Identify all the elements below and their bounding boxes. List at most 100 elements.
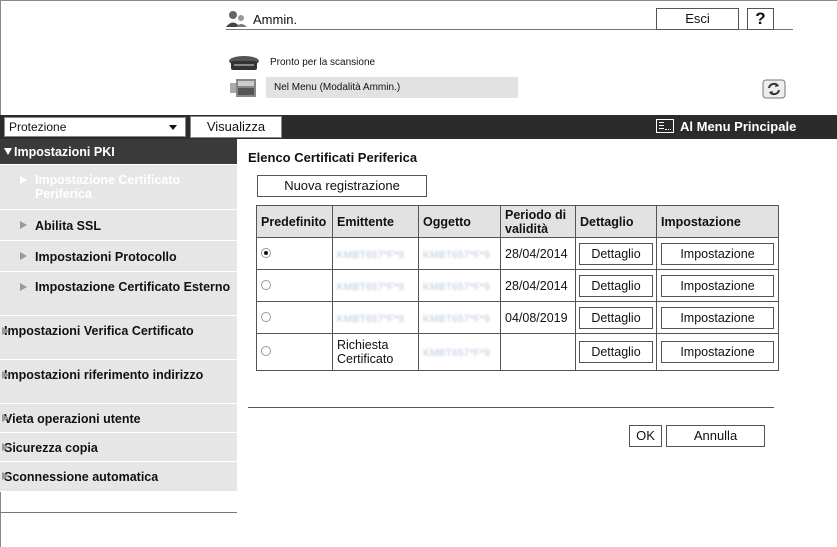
sidebar-item-label: Impostazioni Verifica Certificato: [4, 324, 194, 338]
validity-cell: 28/04/2014: [500, 269, 576, 302]
sidebar-item-enable-ssl[interactable]: Abilita SSL: [0, 210, 237, 241]
detail-cell: Dettaglio: [575, 333, 657, 371]
issuer-value: KMBT657*F*9: [337, 313, 405, 325]
table-header-row: Predefinito Emittente Oggetto Periodo di…: [256, 205, 779, 238]
main-menu-label: Al Menu Principale: [680, 119, 797, 134]
sidebar-item-label: Impostazioni riferimento indirizzo: [4, 368, 204, 382]
help-button[interactable]: ?: [747, 8, 774, 30]
column-header-issuer: Emittente: [332, 205, 419, 238]
triangle-right-icon: [2, 327, 9, 335]
user-admin-icon: [226, 10, 248, 28]
column-header-validity: Periodo di validità: [500, 205, 576, 238]
cancel-button[interactable]: Annulla: [666, 425, 765, 447]
issuer-cell: Richiesta Certificato: [332, 333, 419, 371]
setting-cell: Impostazione: [656, 301, 779, 334]
sidebar-item-pki-settings[interactable]: Impostazioni PKI: [0, 139, 237, 165]
setting-cell: Impostazione: [656, 333, 779, 371]
sidebar-item-external-certificate[interactable]: Impostazione Certificato Esterno: [0, 272, 237, 316]
subject-cell: KMBT657*F*9: [418, 269, 501, 302]
category-select[interactable]: Protezione: [4, 117, 186, 137]
detail-cell: Dettaglio: [575, 237, 657, 270]
subject-value: KMBT657*F*9: [423, 313, 491, 325]
triangle-right-icon: [2, 414, 9, 422]
table-row: KMBT657*F*9 KMBT657*F*9 04/08/2019 Detta…: [256, 301, 779, 334]
column-header-subject: Oggetto: [418, 205, 501, 238]
setting-button[interactable]: Impostazione: [661, 306, 774, 329]
user-bar: Ammin. Esci ?: [226, 8, 793, 30]
sidebar-item-certificate-verification[interactable]: Impostazioni Verifica Certificato: [0, 316, 237, 360]
issuer-cell: KMBT657*F*9: [332, 301, 419, 334]
sidebar-item-label: Sconnessione automatica: [4, 470, 159, 484]
sidebar-item-block-user-operations[interactable]: Vieta operazioni utente: [0, 404, 237, 433]
issuer-cell: KMBT657*F*9: [332, 237, 419, 270]
sidebar-item-label: Impostazioni PKI: [14, 145, 115, 159]
detail-cell: Dettaglio: [575, 269, 657, 302]
navigation-bar: Protezione Visualizza Al Menu Principale: [0, 115, 837, 139]
subject-value: KMBT657*F*9: [423, 281, 491, 293]
mode-status-text: Nel Menu (Modalità Ammin.): [274, 82, 401, 93]
logout-button[interactable]: Esci: [656, 8, 739, 30]
sidebar-item-copy-security[interactable]: Sicurezza copia: [0, 433, 237, 462]
triangle-right-icon: [20, 283, 27, 291]
category-select-value: Protezione: [9, 120, 67, 134]
subject-cell: KMBT657*F*9: [418, 333, 501, 371]
subject-cell: KMBT657*F*9: [418, 237, 501, 270]
setting-cell: Impostazione: [656, 269, 779, 302]
detail-button[interactable]: Dettaglio: [579, 274, 653, 297]
page-title: Elenco Certificati Periferica: [248, 150, 418, 165]
sidebar-item-device-certificate[interactable]: Impostazione Certificato Periferica: [0, 165, 237, 210]
default-cell: [256, 269, 333, 302]
content-divider: [248, 407, 774, 408]
validity-cell: 28/04/2014: [500, 237, 576, 270]
default-cell: [256, 237, 333, 270]
table-row: KMBT657*F*9 KMBT657*F*9 28/04/2014 Detta…: [256, 237, 779, 270]
show-button[interactable]: Visualizza: [190, 116, 282, 138]
default-radio[interactable]: [261, 311, 271, 322]
detail-button[interactable]: Dettaglio: [579, 341, 653, 363]
user-name: Ammin.: [253, 12, 298, 27]
sidebar: Impostazioni PKI Impostazione Certificat…: [0, 139, 237, 492]
sidebar-item-label: Impostazione Certificato Periferica: [35, 173, 181, 201]
triangle-down-icon: [4, 148, 12, 155]
setting-button[interactable]: Impostazione: [661, 274, 774, 297]
table-row: KMBT657*F*9 KMBT657*F*9 28/04/2014 Detta…: [256, 269, 779, 302]
default-cell: [256, 333, 333, 371]
detail-button[interactable]: Dettaglio: [579, 306, 653, 329]
sidebar-item-label: Abilita SSL: [35, 219, 101, 233]
column-header-detail: Dettaglio: [575, 205, 657, 238]
triangle-right-icon: [2, 371, 9, 379]
validity-cell: 04/08/2019: [500, 301, 576, 334]
sidebar-item-label: Vieta operazioni utente: [4, 412, 141, 426]
column-header-default: Predefinito: [256, 205, 333, 238]
sidebar-item-address-reference[interactable]: Impostazioni riferimento indirizzo: [0, 360, 237, 404]
sidebar-divider: [0, 512, 237, 513]
sidebar-item-protocol-settings[interactable]: Impostazioni Protocollo: [0, 241, 237, 272]
triangle-right-icon: [2, 472, 9, 480]
sidebar-item-label: Impostazione Certificato Esterno: [35, 280, 231, 294]
setting-button[interactable]: Impostazione: [661, 341, 774, 363]
default-radio[interactable]: [261, 279, 271, 290]
sidebar-item-auto-disconnect[interactable]: Sconnessione automatica: [0, 462, 237, 492]
subject-cell: KMBT657*F*9: [418, 301, 501, 334]
validity-cell: [500, 333, 576, 371]
triangle-right-icon: [20, 176, 27, 184]
refresh-icon[interactable]: [762, 79, 786, 99]
detail-cell: Dettaglio: [575, 301, 657, 334]
issuer-value: KMBT657*F*9: [337, 249, 405, 261]
sidebar-item-label: Sicurezza copia: [4, 441, 98, 455]
triangle-right-icon: [2, 443, 9, 451]
setting-button[interactable]: Impostazione: [661, 242, 774, 265]
scan-status-text: Pronto per la scansione: [270, 57, 376, 68]
default-radio[interactable]: [261, 346, 271, 356]
chevron-down-icon: [169, 125, 177, 130]
triangle-right-icon: [20, 221, 27, 229]
main-menu-link[interactable]: Al Menu Principale: [656, 119, 796, 135]
default-cell: [256, 301, 333, 334]
detail-button[interactable]: Dettaglio: [579, 242, 653, 265]
sidebar-item-label: Impostazioni Protocollo: [35, 250, 177, 264]
new-registration-button[interactable]: Nuova registrazione: [257, 175, 427, 197]
issuer-value: KMBT657*F*9: [337, 281, 405, 293]
device-icon: [228, 77, 264, 99]
default-radio[interactable]: [261, 247, 271, 258]
ok-button[interactable]: OK: [629, 425, 662, 447]
